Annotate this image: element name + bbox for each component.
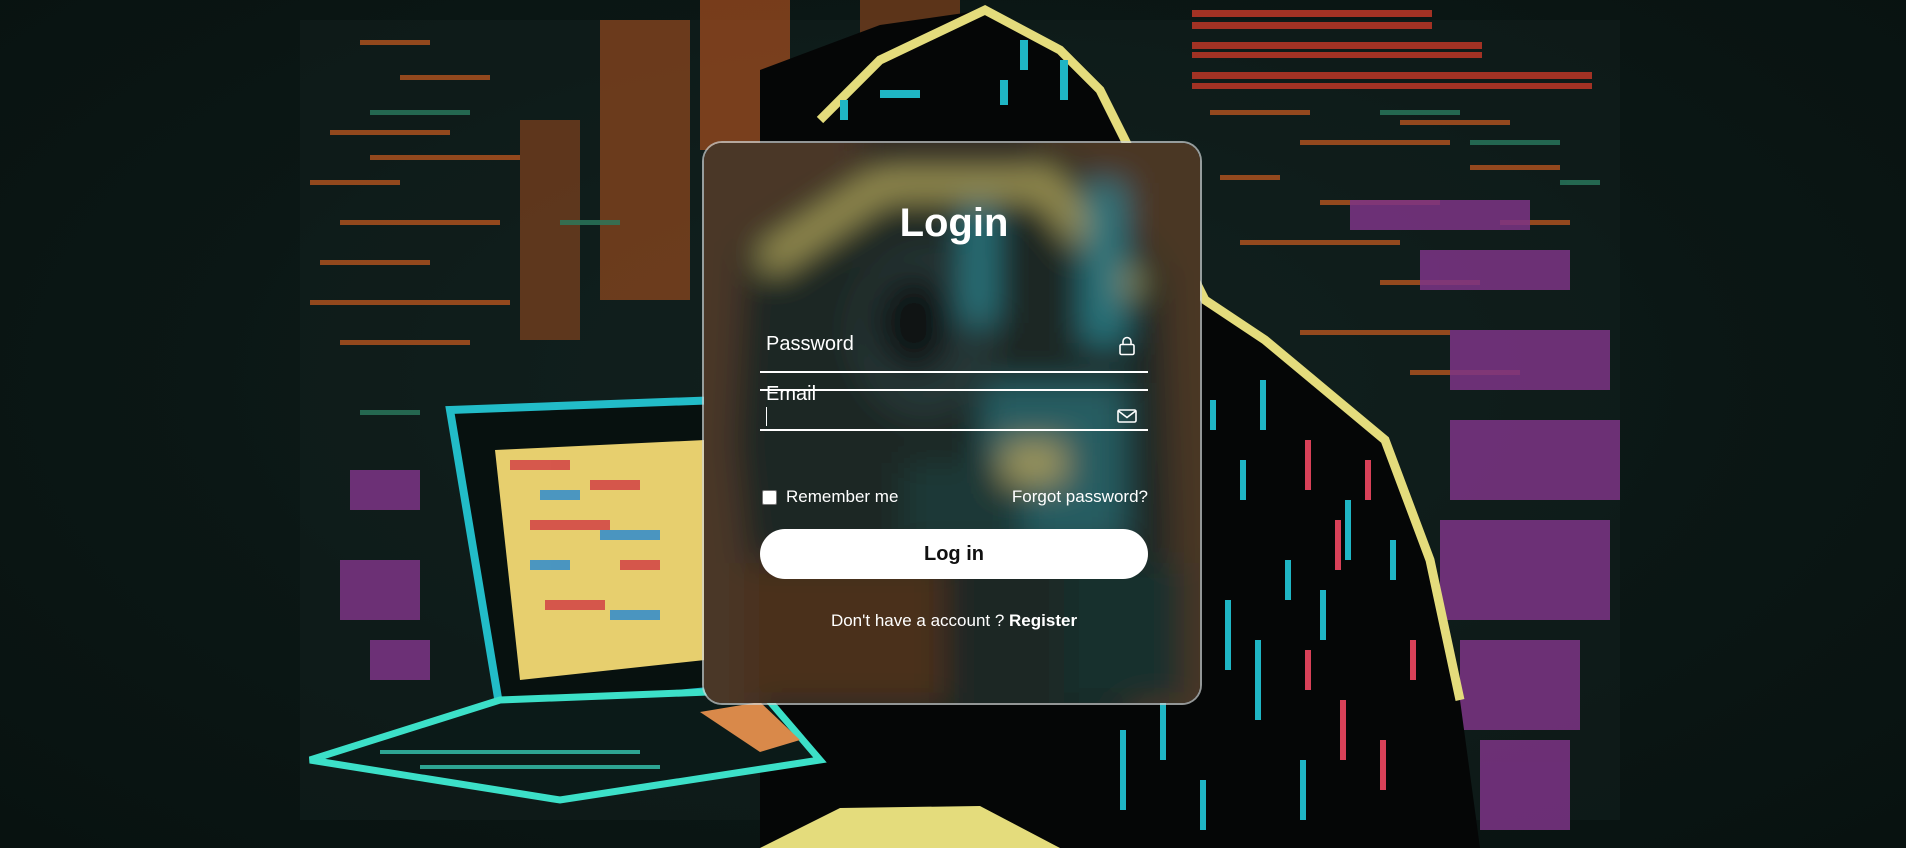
remember-me-label: Remember me: [786, 487, 899, 506]
remember-me-checkbox[interactable]: [762, 489, 777, 505]
login-card: Login Email Password Remember me Forgot …: [702, 141, 1202, 705]
email-label: Email: [766, 383, 817, 405]
register-link[interactable]: Register: [1009, 611, 1077, 630]
envelope-icon: [1117, 409, 1137, 423]
text-cursor: [766, 407, 767, 426]
register-prompt: Don't have a account ? Register: [704, 611, 1200, 631]
register-prompt-text: Don't have a account ?: [830, 611, 1010, 630]
remember-me[interactable]: Remember me: [762, 487, 898, 507]
forgot-password-link[interactable]: Forgot password?: [1012, 487, 1148, 507]
email-field[interactable]: Email: [760, 369, 1148, 431]
login-page: Login Email Password Remember me Forgot …: [0, 0, 1906, 848]
login-form: Login Email Password Remember me Forgot …: [704, 143, 1200, 703]
login-title: Login: [899, 201, 1009, 245]
lock-icon: [1119, 336, 1135, 356]
login-button[interactable]: Log in: [760, 529, 1148, 579]
form-options-row: Remember me Forgot password?: [760, 487, 1148, 509]
password-label: Password: [766, 333, 854, 355]
password-input[interactable]: [760, 389, 1148, 391]
password-entry[interactable]: Password: [760, 311, 1148, 373]
